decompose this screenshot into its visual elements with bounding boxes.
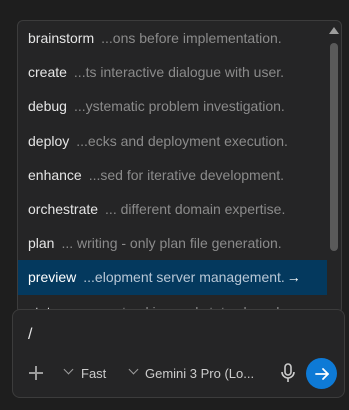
command-description: ...ecks and deployment execution. [76,132,288,149]
chevron-down-icon [63,364,74,375]
command-description: ... different domain expertise. [105,201,286,218]
command-list: brainstorm ...ons before implementation.… [18,21,327,313]
command-name: debug [28,98,67,115]
command-description: ...ts interactive dialogue with user. [73,64,285,81]
command-item-create[interactable]: create ...ts interactive dialogue with u… [18,55,327,89]
command-item-brainstorm[interactable]: brainstorm ...ons before implementation. [18,21,327,55]
command-name: enhance [28,166,82,183]
command-item-deploy[interactable]: deploy ...ecks and deployment execution. [18,124,327,158]
command-item-orchestrate[interactable]: orchestrate ... different domain experti… [18,192,327,226]
chevron-down-icon [128,364,139,375]
command-name: create [28,64,67,81]
command-item-plan[interactable]: plan ... writing - only plan file genera… [18,226,327,260]
scrollbar-thumb[interactable] [330,43,338,251]
arrow-right-icon: → [286,269,301,286]
command-name: plan [28,235,55,252]
microphone-icon[interactable] [279,363,297,383]
command-description: ...ystematic problem investigation. [73,98,285,115]
arrow-right-icon [314,367,329,380]
command-description: ...elopment server management. [83,269,285,286]
command-item-enhance[interactable]: enhance ...sed for iterative development… [18,158,327,192]
command-item-preview[interactable]: preview ...elopment server management. → [18,260,327,295]
command-name: brainstorm [28,30,95,47]
scrollbar[interactable] [327,21,341,313]
scroll-up-arrow-icon[interactable] [329,27,339,34]
chat-input-box[interactable]: / Fast Gemini 3 Pro (Lo... [12,309,345,398]
command-name: preview [28,269,77,286]
command-description: ...sed for iterative development. [88,166,285,183]
model-dropdown[interactable]: Gemini 3 Pro (Lo... [126,364,276,382]
command-name: deploy [28,132,70,149]
command-description: ... writing - only plan file generation. [61,235,282,252]
model-label: Gemini 3 Pro (Lo... [145,366,255,381]
slash-command-popup: brainstorm ...ons before implementation.… [17,20,342,314]
plus-icon[interactable] [28,365,44,381]
chat-input[interactable]: / [28,326,32,344]
mode-dropdown[interactable]: Fast [61,364,121,382]
input-toolbar: Fast Gemini 3 Pro (Lo... [13,356,344,390]
send-button[interactable] [306,358,337,389]
command-description: ...ons before implementation. [101,30,282,47]
mode-label: Fast [81,366,107,381]
command-name: orchestrate [28,201,99,218]
command-item-debug[interactable]: debug ...ystematic problem investigation… [18,89,327,123]
